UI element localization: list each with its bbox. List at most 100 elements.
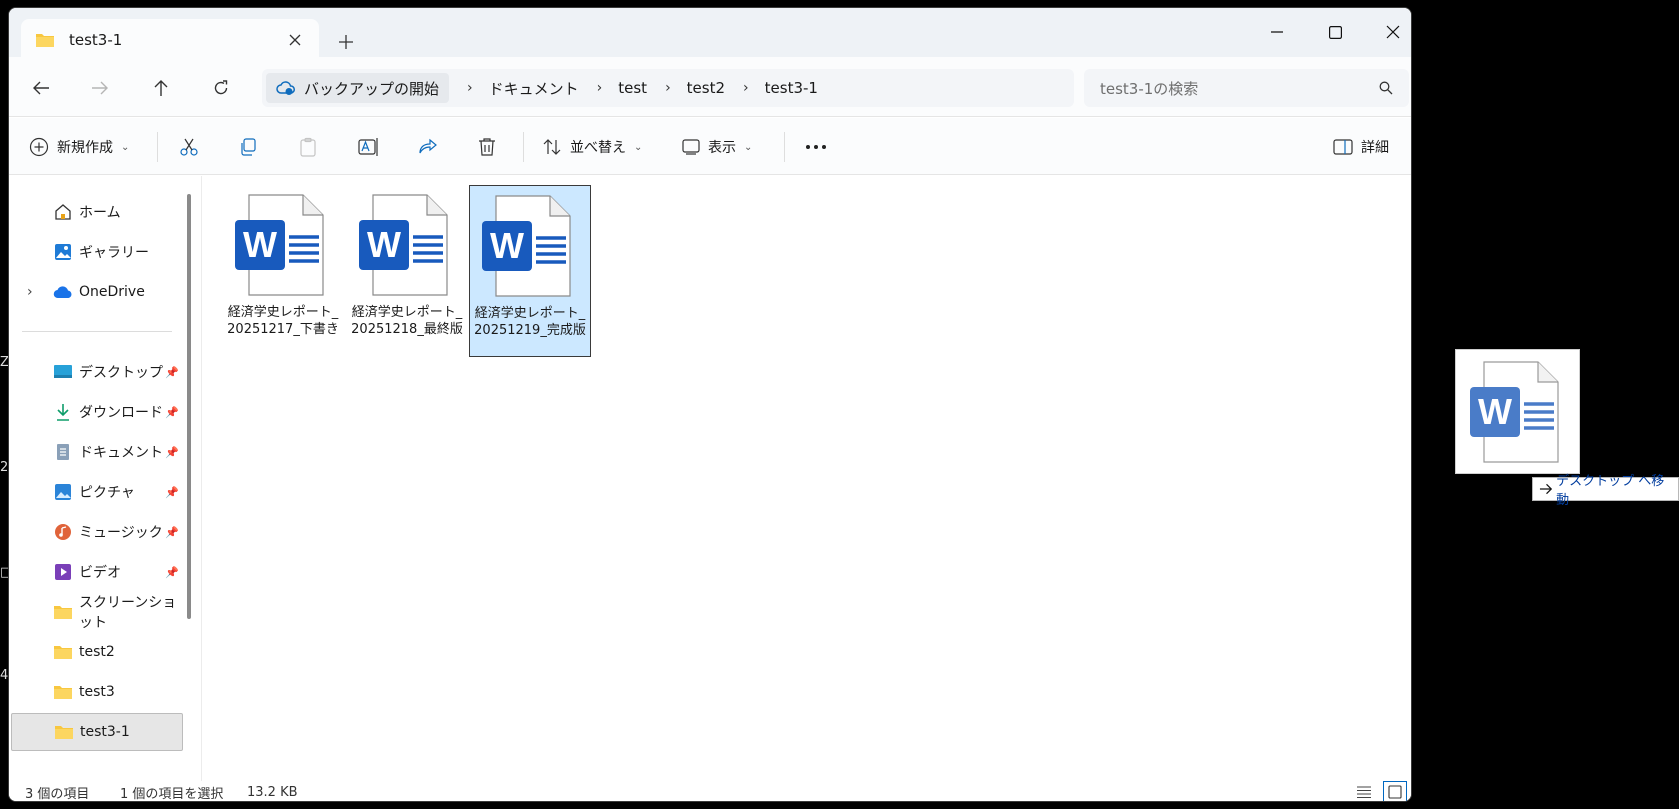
divider (523, 132, 524, 162)
sidebar-item-desktop[interactable]: デスクトップ 📌 (11, 353, 183, 391)
download-icon (53, 403, 73, 421)
item-count: 3 個の項目 (25, 786, 90, 802)
folder-icon (53, 643, 73, 661)
svg-text:W: W (367, 224, 401, 265)
svg-text:W: W (243, 224, 277, 265)
chevron-down-icon: ⌄ (744, 141, 753, 153)
sidebar-item-test3-1[interactable]: test3-1 (11, 713, 183, 751)
new-tab-icon[interactable] (334, 30, 358, 54)
file-item[interactable]: W 経済学史レポート_20251217_下書き (222, 185, 344, 357)
navigation-pane: ホーム ギャラリー › OneDrive デスクトップ 📌 ダウンロード 📌 ドキュ… (9, 176, 201, 781)
minimize-icon[interactable] (1248, 8, 1306, 56)
folder-icon (53, 683, 73, 701)
delete-button[interactable] (478, 132, 496, 162)
sidebar-item-music[interactable]: ミュージック 📌 (11, 513, 183, 551)
paste-button[interactable] (298, 132, 318, 162)
divider (157, 132, 158, 162)
sidebar-item-onedrive[interactable]: › OneDrive (11, 273, 183, 311)
tab-test3-1[interactable]: test3-1 (21, 19, 319, 61)
cloud-backup-icon (276, 81, 295, 95)
command-bar: 新規作成 ⌄ 並べ替え ⌄ 表示 ⌄ 詳細 (9, 118, 1411, 175)
scissors-icon (180, 138, 198, 156)
new-button[interactable]: 新規作成 ⌄ (29, 132, 129, 162)
navigation-bar: バックアップの開始 › ドキュメント › test › test2 › test3-1 … (9, 57, 1411, 117)
selection-count: 1 個の項目を選択 (120, 786, 224, 802)
word-document-icon: W (235, 194, 324, 296)
music-icon (53, 523, 73, 541)
breadcrumb-test3-1[interactable]: › test3-1 (725, 79, 818, 97)
divider (22, 331, 172, 332)
address-bar[interactable]: バックアップの開始 › ドキュメント › test › test2 › test3-1 (262, 69, 1074, 107)
arrow-right-icon (1539, 483, 1553, 495)
back-arrow-icon[interactable] (24, 71, 58, 105)
close-window-icon[interactable] (1364, 8, 1411, 56)
clipboard-icon (300, 137, 316, 157)
divider (784, 132, 785, 162)
file-item[interactable]: W 経済学史レポート_20251218_最終版 (346, 185, 468, 357)
home-icon (53, 203, 73, 221)
sidebar-item-documents[interactable]: ドキュメント 📌 (11, 433, 183, 471)
word-document-icon: W (359, 194, 448, 296)
details-pane-button[interactable]: 詳細 (1333, 132, 1389, 162)
sidebar-item-pictures[interactable]: ピクチャ 📌 (11, 473, 183, 511)
sidebar-item-videos[interactable]: ビデオ 📌 (11, 553, 183, 591)
cut-button[interactable] (179, 132, 199, 162)
sidebar-item-downloads[interactable]: ダウンロード 📌 (11, 393, 183, 431)
search-input[interactable]: test3-1の検索 (1084, 69, 1409, 107)
list-view-icon (1357, 786, 1371, 798)
breadcrumb-backup[interactable]: バックアップの開始 (266, 73, 450, 103)
sidebar-item-test3[interactable]: test3 (11, 673, 183, 711)
file-name: 経済学史レポート_20251218_最終版 (351, 305, 463, 337)
sidebar-item-gallery[interactable]: ギャラリー (11, 233, 183, 271)
video-icon (53, 563, 73, 581)
file-list: W 経済学史レポート_20251217_下書き W 経済学史レポート_20251… (201, 176, 1411, 781)
documents-icon (53, 443, 73, 461)
forward-arrow-icon[interactable] (83, 71, 117, 105)
pin-icon[interactable]: 📌 (165, 406, 179, 419)
trash-icon (479, 138, 495, 156)
breadcrumb-test[interactable]: › test (579, 79, 647, 97)
sort-icon (543, 139, 561, 155)
file-name: 経済学史レポート_20251217_下書き (227, 305, 339, 337)
sort-button[interactable]: 並べ替え ⌄ (542, 132, 642, 162)
copy-icon (241, 138, 256, 156)
pin-icon[interactable]: 📌 (165, 526, 179, 539)
tab-title: test3-1 (69, 31, 123, 49)
gallery-icon (53, 243, 73, 261)
view-icon (682, 139, 700, 155)
sidebar-item-home[interactable]: ホーム (11, 193, 183, 231)
breadcrumb-documents[interactable]: › ドキュメント (449, 78, 579, 99)
maximize-icon[interactable] (1306, 8, 1364, 56)
chevron-down-icon: ⌄ (121, 141, 130, 153)
refresh-icon[interactable] (204, 71, 238, 105)
file-name: 経済学史レポート_20251219_完成版 (474, 306, 586, 338)
word-document-icon: W (1469, 360, 1559, 463)
file-item-selected[interactable]: W 経済学史レポート_20251219_完成版 (469, 185, 591, 357)
breadcrumb-test2[interactable]: › test2 (647, 79, 725, 97)
pictures-icon (53, 483, 73, 501)
more-options-button[interactable] (805, 132, 827, 162)
selection-size: 13.2 KB (247, 784, 298, 800)
pin-icon[interactable]: 📌 (165, 486, 179, 499)
pin-icon[interactable]: 📌 (165, 446, 179, 459)
details-view-button[interactable] (1352, 781, 1376, 801)
view-button[interactable]: 表示 ⌄ (682, 132, 752, 162)
folder-icon (36, 34, 54, 47)
rename-button[interactable] (358, 132, 380, 162)
chevron-right-icon[interactable]: › (27, 284, 33, 300)
pin-icon[interactable]: 📌 (165, 366, 179, 379)
sidebar-item-test2[interactable]: test2 (11, 633, 183, 671)
tab-close-icon[interactable] (285, 30, 305, 50)
title-bar: test3-1 (9, 8, 1411, 61)
sidebar-item-screenshots[interactable]: スクリーンショット (11, 593, 183, 631)
word-document-icon: W (482, 195, 571, 297)
folder-icon (54, 723, 74, 741)
share-button[interactable] (418, 132, 438, 162)
large-icons-view-button[interactable] (1383, 781, 1407, 801)
copy-button[interactable] (238, 132, 258, 162)
desktop-icon (53, 363, 73, 381)
sidebar-scrollbar[interactable] (187, 194, 191, 619)
status-bar: 3 個の項目 1 個の項目を選択 13.2 KB (9, 781, 1411, 802)
pin-icon[interactable]: 📌 (165, 566, 179, 579)
up-arrow-icon[interactable] (144, 71, 178, 105)
